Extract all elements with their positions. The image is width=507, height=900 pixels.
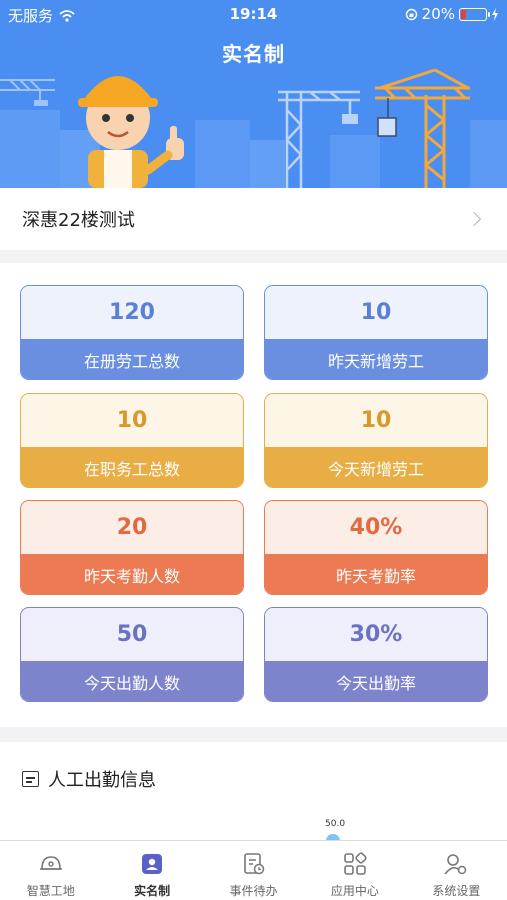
stat-card[interactable]: 50 今天出勤人数 bbox=[20, 607, 244, 702]
helmet-icon bbox=[37, 850, 65, 878]
worker-mascot bbox=[78, 76, 184, 188]
stat-value: 10 bbox=[265, 394, 487, 447]
project-name: 深惠22楼测试 bbox=[22, 210, 135, 231]
stat-card[interactable]: 120 在册劳工总数 bbox=[20, 285, 244, 380]
stat-card[interactable]: 10 昨天新增劳工 bbox=[264, 285, 488, 380]
stat-value: 120 bbox=[21, 286, 243, 339]
battery-icon bbox=[459, 7, 490, 21]
tab-label: 应用中心 bbox=[330, 884, 379, 898]
bottom-tab-bar: 智慧工地 实名制 事件待办 应用中心 系统设置 bbox=[0, 840, 507, 900]
stat-label: 昨天考勤率 bbox=[265, 554, 487, 594]
apps-icon bbox=[341, 850, 369, 878]
stat-value: 40% bbox=[265, 501, 487, 554]
project-selector[interactable]: 深惠22楼测试 bbox=[0, 188, 507, 250]
attendance-header: 人工出勤信息 bbox=[22, 766, 156, 792]
chart-peak-label: 50.0 bbox=[325, 819, 346, 829]
stat-value: 10 bbox=[265, 286, 487, 339]
stat-card[interactable]: 10 今天新增劳工 bbox=[264, 393, 488, 488]
calendar-icon bbox=[22, 771, 39, 787]
stat-value: 50 bbox=[21, 608, 243, 661]
stat-value: 10 bbox=[21, 394, 243, 447]
status-bar: 无服务 19:14 20% bbox=[0, 0, 507, 28]
stat-label: 今天出勤人数 bbox=[21, 661, 243, 701]
orientation-lock-icon bbox=[405, 8, 417, 20]
stat-label: 在职务工总数 bbox=[21, 447, 243, 487]
stat-value: 20 bbox=[21, 501, 243, 554]
battery-level bbox=[461, 9, 467, 19]
stat-label: 昨天考勤人数 bbox=[21, 554, 243, 594]
tab-item[interactable]: 事件待办 bbox=[203, 841, 304, 900]
stat-label: 今天新增劳工 bbox=[265, 447, 487, 487]
stat-label: 在册劳工总数 bbox=[21, 339, 243, 379]
stat-card[interactable]: 30% 今天出勤率 bbox=[264, 607, 488, 702]
charging-bolt-icon bbox=[492, 7, 498, 21]
chevron-right-icon bbox=[466, 211, 482, 227]
attendance-title: 人工出勤信息 bbox=[48, 770, 156, 791]
tab-item[interactable]: 应用中心 bbox=[304, 841, 405, 900]
stat-card[interactable]: 10 在职务工总数 bbox=[20, 393, 244, 488]
battery-percent: 20% bbox=[421, 5, 455, 23]
tab-label: 实名制 bbox=[134, 884, 171, 898]
page-title: 实名制 bbox=[222, 42, 285, 66]
stat-label: 今天出勤率 bbox=[265, 661, 487, 701]
settings-person-icon bbox=[442, 850, 470, 878]
tab-item[interactable]: 智慧工地 bbox=[0, 841, 101, 900]
stat-card[interactable]: 20 昨天考勤人数 bbox=[20, 500, 244, 595]
tab-label: 事件待办 bbox=[229, 884, 278, 898]
header-banner: 无服务 19:14 20% 实名制 bbox=[0, 0, 507, 188]
construction-illustration bbox=[0, 68, 507, 188]
stat-value: 30% bbox=[265, 608, 487, 661]
todo-icon bbox=[240, 850, 268, 878]
id-card-icon bbox=[138, 850, 166, 878]
tab-item[interactable]: 实名制 bbox=[101, 841, 202, 900]
tab-label: 智慧工地 bbox=[26, 884, 75, 898]
stat-card[interactable]: 40% 昨天考勤率 bbox=[264, 500, 488, 595]
tab-label: 系统设置 bbox=[432, 884, 481, 898]
attendance-section: 人工出勤信息 50.0 bbox=[0, 742, 507, 848]
stats-grid: 120 在册劳工总数 10 昨天新增劳工 10 在职务工总数 10 今天新增劳工 20 昨天考勤人… bbox=[0, 263, 507, 727]
stat-label: 昨天新增劳工 bbox=[265, 339, 487, 379]
tab-item[interactable]: 系统设置 bbox=[406, 841, 507, 900]
